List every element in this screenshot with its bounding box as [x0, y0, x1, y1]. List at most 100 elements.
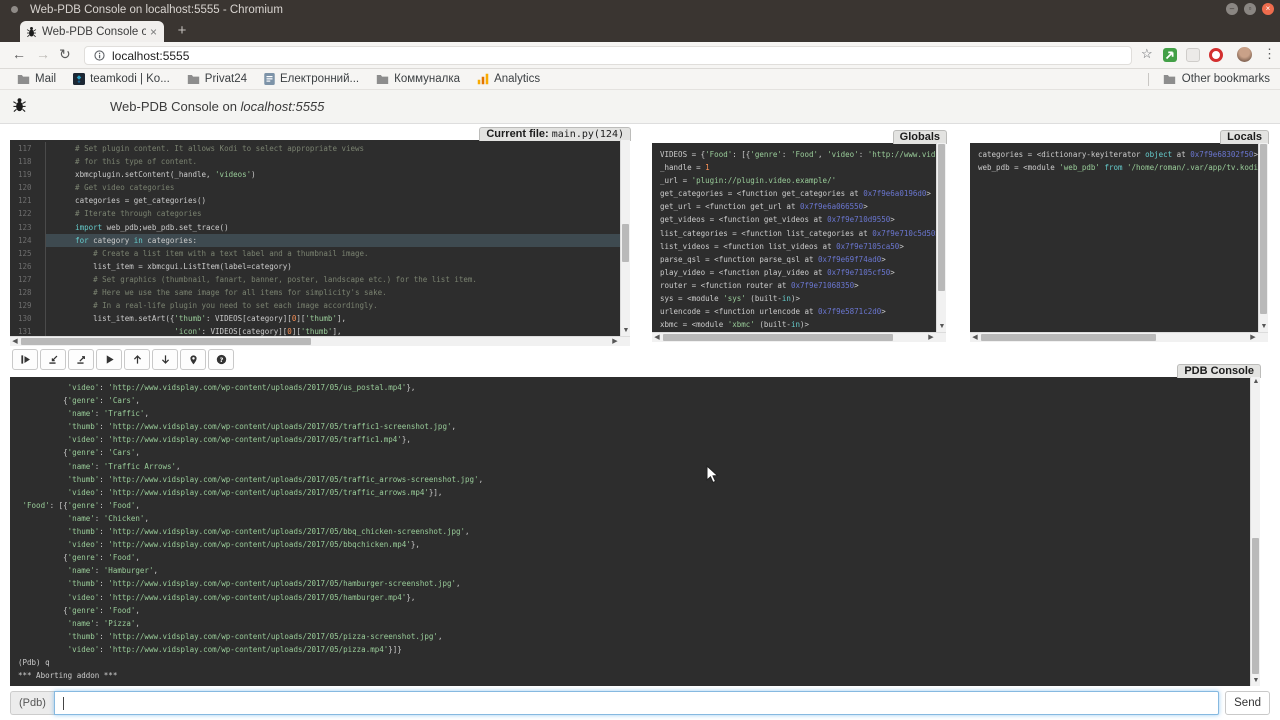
- line-number: 120: [10, 181, 46, 194]
- bookmark-item[interactable]: Електронний...: [264, 73, 359, 85]
- other-bookmarks-button[interactable]: Other bookmarks: [1182, 73, 1270, 85]
- reload-icon[interactable]: ↻: [59, 46, 71, 63]
- new-tab-button[interactable]: +: [172, 22, 192, 39]
- code-line: 123 import web_pdb;web_pdb.set_trace(): [10, 221, 620, 234]
- code-text: # Set graphics (thumbnail, fanart, banne…: [46, 273, 620, 286]
- console-output-line: 'video': 'http://www.vidsplay.com/wp-con…: [10, 486, 1249, 499]
- scroll-down-arrow-icon[interactable]: ▼: [1251, 676, 1261, 686]
- code-horizontal-scrollbar[interactable]: ◀ ▶: [10, 336, 630, 346]
- global-variable-line: xbmc = <module 'xbmc' (built-in)>: [652, 318, 936, 331]
- globals-horizontal-scrollbar[interactable]: ◀ ▶: [652, 332, 946, 342]
- scroll-down-arrow-icon[interactable]: ▼: [621, 326, 631, 336]
- global-variable-line: get_url = <function get_url at 0x7f9e6a0…: [652, 200, 936, 213]
- bookmark-star-icon[interactable]: ☆: [1141, 46, 1153, 62]
- scroll-right-arrow-icon[interactable]: ▶: [926, 333, 936, 343]
- step-button[interactable]: [40, 349, 66, 370]
- debug-controls-toolbar: ?: [12, 349, 234, 370]
- where-pin-icon: [188, 354, 199, 365]
- scroll-left-arrow-icon[interactable]: ◀: [10, 337, 20, 347]
- code-line: 117 # Set plugin content. It allows Kodi…: [10, 142, 620, 155]
- line-number: 129: [10, 299, 46, 312]
- bookmark-item[interactable]: Коммуналка: [376, 73, 460, 85]
- send-button[interactable]: Send: [1225, 691, 1270, 715]
- return-button[interactable]: [68, 349, 94, 370]
- bookmarks-separator: [1148, 73, 1149, 86]
- console-output-line: 'thumb': 'http://www.vidsplay.com/wp-con…: [10, 577, 1249, 590]
- code-text: list_item.setArt({'thumb': VIDEOS[catego…: [46, 312, 620, 325]
- code-line: 131 'icon': VIDEOS[category][0]['thumb']…: [10, 325, 620, 336]
- bookmark-label: Електронний...: [280, 73, 359, 85]
- scroll-right-arrow-icon[interactable]: ▶: [610, 337, 620, 347]
- tab-close-icon[interactable]: ×: [150, 25, 157, 39]
- global-variable-line: urlencode = <function urlencode at 0x7f9…: [652, 305, 936, 318]
- next-button[interactable]: [12, 349, 38, 370]
- code-line: 126 list_item = xbmcgui.ListItem(label=c…: [10, 260, 620, 273]
- console-output-line: 'Food': [{'genre': 'Food',: [10, 499, 1249, 512]
- minimize-button[interactable]: –: [1226, 3, 1238, 15]
- console-output-line: 'name': 'Pizza',: [10, 617, 1249, 630]
- back-icon[interactable]: ←: [12, 46, 26, 62]
- extension-icon-red[interactable]: [1209, 48, 1223, 62]
- bookmark-label: Коммуналка: [394, 73, 460, 85]
- code-text: # Here we use the same image for all ite…: [46, 286, 620, 299]
- maximize-button[interactable]: ▫: [1244, 3, 1256, 15]
- tab-title: Web-PDB Console on loca: [42, 26, 146, 38]
- scroll-down-arrow-icon[interactable]: ▼: [937, 322, 947, 332]
- browser-tab[interactable]: Web-PDB Console on loca ×: [20, 21, 164, 42]
- continue-button[interactable]: [96, 349, 122, 370]
- console-output-line: 'name': 'Traffic Arrows',: [10, 460, 1249, 473]
- bookmark-item[interactable]: Analytics: [477, 73, 540, 85]
- global-variable-line: VIDEOS = {'Food': [{'genre': 'Food', 'vi…: [652, 148, 936, 161]
- mouse-cursor: [706, 465, 719, 489]
- frame-down-icon: [160, 354, 171, 365]
- scroll-up-arrow-icon[interactable]: ▲: [1251, 377, 1261, 387]
- window-icon: [11, 6, 18, 13]
- step-next-icon: [20, 354, 31, 365]
- console-output-line: 'name': 'Traffic',: [10, 407, 1249, 420]
- global-variable-line: play_video = <function play_video at 0x7…: [652, 266, 936, 279]
- up-button[interactable]: [124, 349, 150, 370]
- code-line: 122 # Iterate through categories: [10, 207, 620, 220]
- console-output-line: 'thumb': 'http://www.vidsplay.com/wp-con…: [10, 420, 1249, 433]
- bookmark-item[interactable]: teamkodi | Ko...: [73, 73, 170, 85]
- globals-panel: Globals VIDEOS = {'Food': [{'genre': 'Fo…: [652, 143, 946, 342]
- scroll-down-arrow-icon[interactable]: ▼: [1259, 322, 1269, 332]
- line-number: 122: [10, 207, 46, 220]
- locals-horizontal-scrollbar[interactable]: ◀ ▶: [970, 332, 1268, 342]
- extension-icon-gray[interactable]: [1186, 48, 1200, 62]
- scroll-left-arrow-icon[interactable]: ◀: [970, 333, 980, 343]
- locals-vertical-scrollbar[interactable]: ▼: [1258, 143, 1268, 332]
- page-info-icon[interactable]: [94, 50, 105, 61]
- close-button[interactable]: ×: [1262, 3, 1274, 15]
- extension-icon-green[interactable]: [1163, 48, 1177, 62]
- code-text: list_item = xbmcgui.ListItem(label=categ…: [46, 260, 620, 273]
- line-number: 118: [10, 155, 46, 168]
- forward-icon[interactable]: →: [36, 46, 50, 62]
- console-output-line: 'name': 'Chicken',: [10, 512, 1249, 525]
- folder-icon: [1163, 74, 1176, 85]
- globals-vertical-scrollbar[interactable]: ▼: [936, 143, 946, 332]
- line-number: 126: [10, 260, 46, 273]
- scroll-left-arrow-icon[interactable]: ◀: [652, 333, 662, 343]
- pdb-prompt-label: (Pdb): [10, 691, 54, 715]
- local-variable-line: categories = <dictionary-keyiterator obj…: [970, 148, 1258, 161]
- down-button[interactable]: [152, 349, 178, 370]
- url-text: localhost:5555: [112, 49, 189, 63]
- console-output-line: {'genre': 'Cars',: [10, 446, 1249, 459]
- code-text: import web_pdb;web_pdb.set_trace(): [46, 221, 620, 234]
- address-bar[interactable]: localhost:5555: [84, 46, 1132, 65]
- where-button[interactable]: [180, 349, 206, 370]
- bookmark-item[interactable]: Mail: [17, 73, 56, 85]
- line-number: 121: [10, 194, 46, 207]
- browser-menu-icon[interactable]: ⋮: [1263, 46, 1276, 62]
- scroll-right-arrow-icon[interactable]: ▶: [1248, 333, 1258, 343]
- step-out-icon: [76, 354, 87, 365]
- bookmark-item[interactable]: Privat24: [187, 73, 247, 85]
- page-header: Web-PDB Console on localhost:5555: [0, 90, 1280, 124]
- profile-avatar[interactable]: [1237, 47, 1252, 62]
- code-vertical-scrollbar[interactable]: ▼: [620, 140, 630, 336]
- pdb-command-input[interactable]: [54, 691, 1219, 715]
- console-vertical-scrollbar[interactable]: ▲ ▼: [1250, 377, 1260, 686]
- help-button[interactable]: ?: [208, 349, 234, 370]
- frame-up-icon: [132, 354, 143, 365]
